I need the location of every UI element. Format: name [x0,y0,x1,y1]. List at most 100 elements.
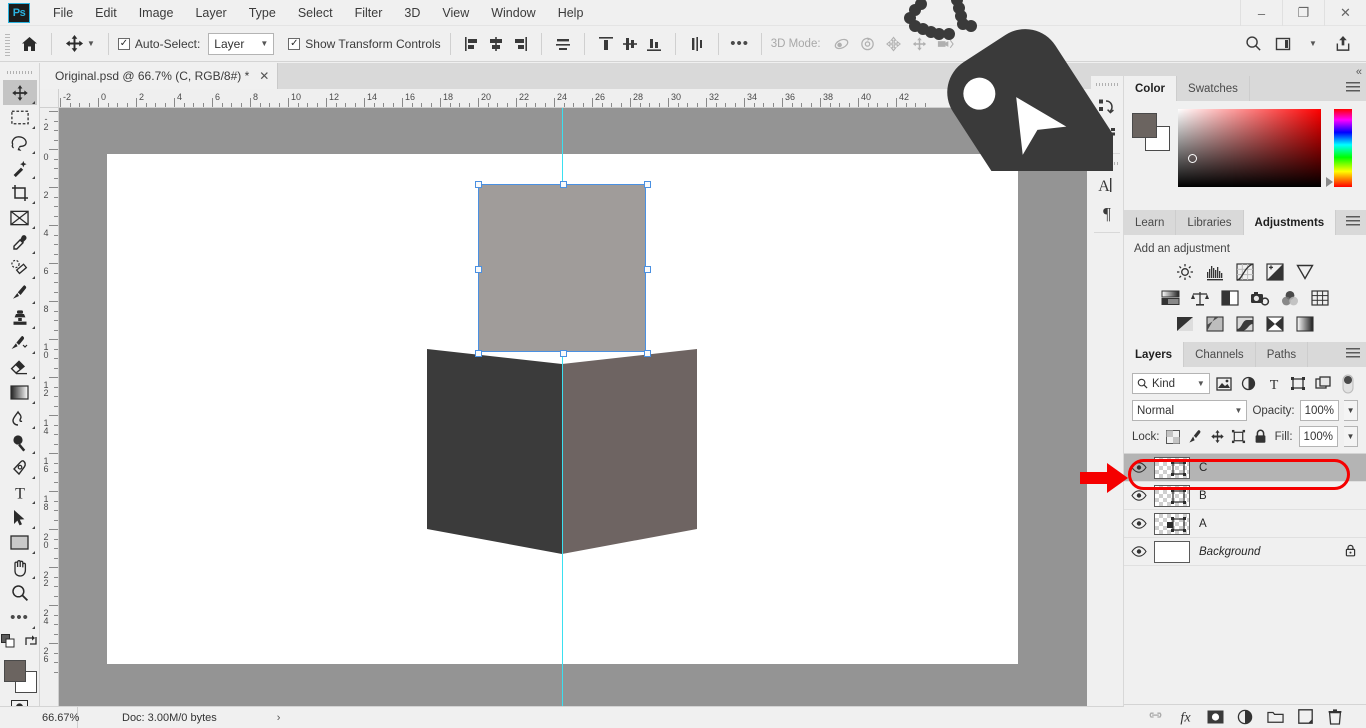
distribute-vertical-icon[interactable] [685,32,709,56]
opacity-stepper[interactable]: ▼ [1344,400,1358,421]
align-vertical-centers-icon[interactable] [618,32,642,56]
curves-icon[interactable] [1234,262,1256,282]
share-icon[interactable] [1328,32,1358,56]
chevron-down-icon[interactable]: ▼ [87,39,95,48]
lock-artboard-icon[interactable] [1231,428,1247,446]
dodge-tool[interactable] [3,430,37,455]
align-bottom-edges-icon[interactable] [642,32,666,56]
zoom-level[interactable]: 66.67% [0,706,79,728]
transform-handle-top-center[interactable] [560,181,567,188]
link-layers-icon[interactable] [1147,708,1164,725]
menu-type[interactable]: Type [238,2,287,24]
menu-select[interactable]: Select [287,2,344,24]
pan-3d-icon[interactable] [881,32,907,56]
color-field[interactable] [1178,109,1321,187]
panel-menu-icon[interactable] [1346,348,1360,360]
eyedropper-tool[interactable] [3,230,37,255]
channel-mixer-icon[interactable] [1279,288,1301,308]
transform-handle-bottom-right[interactable] [644,350,651,357]
color-panel-swatches[interactable] [1132,113,1172,151]
vibrance-icon[interactable] [1294,262,1316,282]
hue-saturation-icon[interactable] [1159,288,1181,308]
align-left-edges-icon[interactable] [460,32,484,56]
layer-name[interactable]: Background [1199,546,1260,558]
delete-layer-icon[interactable] [1327,708,1344,725]
panel-menu-icon[interactable] [1346,82,1360,94]
3d-icon[interactable] [1092,120,1123,148]
invert-icon[interactable] [1174,314,1196,334]
auto-select-scope-dropdown[interactable]: Layer ▼ [208,32,275,55]
filter-adjustment-icon[interactable] [1238,373,1259,394]
show-transform-controls-checkbox[interactable]: ✓ [288,37,301,50]
levels-icon[interactable] [1204,262,1226,282]
posterize-icon[interactable] [1204,314,1226,334]
table-row[interactable]: A [1124,510,1366,538]
canvas-viewport[interactable] [59,108,1087,706]
filter-pixel-icon[interactable] [1214,373,1235,394]
selected-layer-bounds[interactable] [475,181,651,357]
tools-panel-grip[interactable] [6,66,33,78]
gradient-tool[interactable] [3,380,37,405]
tab-learn[interactable]: Learn [1124,210,1177,235]
zoom-tool[interactable] [3,580,37,605]
align-right-edges-icon[interactable] [508,32,532,56]
paragraph-icon[interactable]: ¶ [1092,199,1123,227]
search-icon[interactable] [1238,32,1268,56]
transform-handle-middle-left[interactable] [475,266,482,273]
tab-channels[interactable]: Channels [1184,342,1256,367]
home-icon[interactable] [16,36,42,52]
transform-handle-top-right[interactable] [644,181,651,188]
opacity-input[interactable]: 100% [1299,400,1340,421]
lock-position-icon[interactable] [1209,428,1225,446]
new-layer-icon[interactable] [1297,708,1314,725]
fill-input[interactable]: 100% [1298,426,1338,447]
lasso-tool[interactable] [3,130,37,155]
align-top-edges-icon[interactable] [594,32,618,56]
filter-type-icon[interactable]: T [1263,373,1284,394]
smudge-tool[interactable] [3,405,37,430]
layer-kind-dropdown[interactable]: Kind ▼ [1132,373,1210,394]
close-icon[interactable]: ✕ [259,69,269,83]
layer-name[interactable]: B [1199,490,1207,502]
brightness-contrast-icon[interactable] [1174,262,1196,282]
new-group-icon[interactable] [1266,708,1284,725]
hand-tool[interactable] [3,555,37,580]
vertical-ruler[interactable]: -202468101214161820222426 [40,108,59,706]
fill-stepper[interactable]: ▼ [1343,426,1358,447]
tab-layers[interactable]: Layers [1124,342,1185,367]
selective-color-icon[interactable] [1294,314,1316,334]
table-row[interactable]: B [1124,482,1366,510]
threshold-icon[interactable] [1234,314,1256,334]
table-row[interactable]: C [1124,454,1366,482]
edit-toolbar-tool[interactable]: ••• [3,605,37,630]
maximize-button[interactable]: ❐ [1282,0,1324,26]
filter-shape-icon[interactable] [1288,373,1309,394]
move-tool[interactable] [2,80,37,105]
layer-thumbnail[interactable] [1154,484,1190,507]
menu-image[interactable]: Image [128,2,185,24]
layer-name[interactable]: C [1199,462,1207,474]
layer-styles-icon[interactable]: fx [1177,708,1194,725]
blend-mode-dropdown[interactable]: Normal ▼ [1132,400,1248,421]
tab-color[interactable]: Color [1124,76,1178,101]
color-balance-icon[interactable] [1189,288,1211,308]
active-tool-move-icon[interactable]: ▼ [61,32,99,55]
table-row[interactable]: Background [1124,538,1366,566]
chevron-down-icon[interactable]: ▼ [1298,32,1328,56]
layer-thumbnail[interactable] [1154,512,1190,535]
color-swatches[interactable] [3,660,37,694]
photo-filter-icon[interactable] [1249,288,1271,308]
hue-slider[interactable] [1326,109,1352,187]
orbit-3d-icon[interactable] [829,32,855,56]
layer-thumbnail[interactable] [1154,456,1190,479]
clone-stamp-tool[interactable] [3,305,37,330]
layer-visibility-toggle[interactable] [1124,518,1154,529]
layer-visibility-toggle[interactable] [1124,546,1154,557]
more-options-button[interactable]: ••• [728,32,752,56]
layer-mask-icon[interactable] [1207,708,1224,725]
tab-swatches[interactable]: Swatches [1177,76,1250,101]
exposure-icon[interactable] [1264,262,1286,282]
lock-transparency-icon[interactable] [1166,428,1182,446]
menu-view[interactable]: View [431,2,480,24]
auto-select-checkbox[interactable]: ✓ [117,37,130,50]
